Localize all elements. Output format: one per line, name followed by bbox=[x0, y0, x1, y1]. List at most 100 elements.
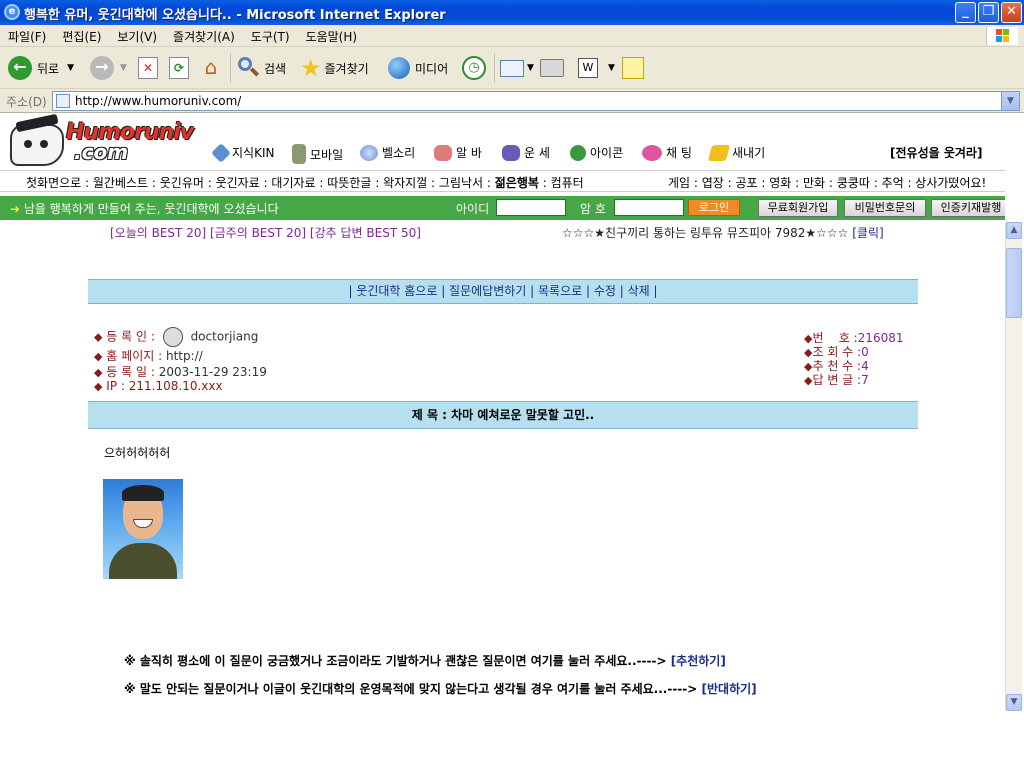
edit-dropdown-icon[interactable]: ▼ bbox=[608, 63, 615, 73]
nav-item-mobile[interactable]: 모바일 bbox=[292, 144, 343, 164]
date-label: 등 록 일 : bbox=[106, 365, 155, 379]
scroll-thumb[interactable] bbox=[1006, 248, 1022, 318]
login-button[interactable]: 로그인 bbox=[688, 199, 740, 216]
menu-tools[interactable]: 도구(T) bbox=[243, 25, 298, 47]
address-dropdown-icon[interactable]: ▼ bbox=[1001, 92, 1019, 110]
reissue-key-button[interactable]: 인증키재발행 bbox=[931, 199, 1005, 217]
back-label: 뒤로 bbox=[37, 61, 60, 76]
home-button[interactable]: ⌂ bbox=[199, 52, 223, 84]
scroll-up-icon[interactable]: ▲ bbox=[1006, 222, 1022, 239]
printer-icon bbox=[540, 59, 564, 77]
post-photo bbox=[103, 479, 183, 579]
slogan-link[interactable]: [전유성을 웃겨라] bbox=[890, 144, 982, 161]
author-label: 등 록 인 : bbox=[106, 329, 155, 344]
signup-button[interactable]: 무료회원가입 bbox=[758, 199, 838, 217]
close-button[interactable]: ✕ bbox=[1001, 2, 1022, 23]
post-body: 으허허허허허 bbox=[104, 446, 171, 460]
logo-text-bottom: .com bbox=[74, 140, 129, 164]
category-tail[interactable]: : 컴퓨터 bbox=[539, 176, 584, 190]
menu-bar: 파일(F) 편집(E) 보기(V) 즐겨찾기(A) 도구(T) 도움말(H) bbox=[0, 25, 1024, 47]
post-action-bar[interactable]: | 웃긴대학 홈으로 | 질문에답변하기 | 목록으로 | 수정 | 삭제 | bbox=[88, 279, 918, 304]
menu-favorites[interactable]: 즐겨찾기(A) bbox=[165, 25, 243, 47]
best-links[interactable]: [오늘의 BEST 20] [금주의 BEST 20] [강추 답변 BEST … bbox=[110, 224, 421, 241]
messenger-button[interactable] bbox=[622, 52, 644, 84]
category-text[interactable]: 첫화면으로 : 월간베스트 : 웃긴유머 : 웃긴자료 : 대기자료 : 따뜻한… bbox=[26, 176, 495, 190]
search-button[interactable]: 검색 bbox=[236, 52, 286, 84]
search-label: 검색 bbox=[264, 61, 287, 76]
find-password-button[interactable]: 비밀번호문의 bbox=[844, 199, 926, 217]
history-clock-icon: ◷ bbox=[462, 56, 486, 80]
stop-icon: ✕ bbox=[138, 57, 158, 79]
freshman-icon bbox=[707, 144, 731, 161]
print-button[interactable] bbox=[540, 52, 564, 84]
homepage-value[interactable]: http:// bbox=[166, 349, 203, 363]
forward-button[interactable]: → ▼ bbox=[90, 52, 127, 84]
scroll-down-icon[interactable]: ▼ bbox=[1006, 694, 1022, 711]
promo-label[interactable]: ☆☆☆★친구끼리 통하는 링투유 뮤즈피아 7982★☆☆☆ bbox=[562, 226, 848, 240]
arrow-icon: ➜ bbox=[10, 202, 24, 216]
mail-dropdown-icon[interactable]: ▼ bbox=[527, 63, 534, 73]
password-input[interactable] bbox=[614, 199, 684, 216]
author-avatar-icon bbox=[162, 327, 183, 347]
back-button[interactable]: ← 뒤로 ▼ bbox=[8, 52, 74, 84]
menu-help[interactable]: 도움말(H) bbox=[298, 25, 366, 47]
menu-view[interactable]: 보기(V) bbox=[109, 25, 165, 47]
category-links-left[interactable]: 첫화면으로 : 월간베스트 : 웃긴유머 : 웃긴자료 : 대기자료 : 따뜻한… bbox=[26, 174, 584, 191]
favorites-button[interactable]: ★ 즐겨찾기 bbox=[300, 52, 369, 84]
vertical-scrollbar[interactable]: ▲ ▼ bbox=[1005, 222, 1022, 711]
menu-edit[interactable]: 편집(E) bbox=[54, 25, 109, 47]
diamond-icon: ◆ bbox=[94, 380, 103, 393]
category-bold[interactable]: 젊은행복 bbox=[495, 176, 539, 190]
address-input[interactable]: http://www.humoruniv.com/ ▼ bbox=[52, 91, 1020, 111]
promo-click-link[interactable]: [클릭] bbox=[852, 226, 883, 240]
ie-icon: e bbox=[4, 4, 20, 20]
nav-item-kin[interactable]: 지식KIN bbox=[211, 142, 274, 163]
homepage-row: ◆ 홈 페이지 : http:// bbox=[94, 347, 203, 364]
promo-text[interactable]: ☆☆☆★친구끼리 통하는 링투유 뮤즈피아 7982★☆☆☆ [클릭] bbox=[562, 224, 884, 241]
nav-item-freshman[interactable]: 새내기 bbox=[707, 144, 765, 161]
mobile-icon bbox=[292, 144, 306, 164]
date-row: ◆ 등 록 일 : 2003-11-29 23:19 bbox=[94, 363, 267, 380]
history-button[interactable]: ◷ bbox=[462, 52, 486, 84]
ip-label: IP : bbox=[106, 379, 125, 393]
toolbar: ← 뒤로 ▼ → ▼ ✕ ⟳ ⌂ 검색 ★ 즐겨찾기 미디어 ◷ ▼ W ▼ bbox=[0, 47, 1024, 89]
recommend-link[interactable]: [추천하기] bbox=[671, 654, 726, 668]
nav-item-ringtone[interactable]: 벨소리 bbox=[360, 144, 415, 161]
post-title: 제 목 : 차마 예쳐로운 말못할 고민.. bbox=[88, 401, 918, 429]
back-arrow-icon: ← bbox=[8, 56, 32, 80]
id-label: 아이디 bbox=[456, 202, 490, 216]
nav-item-fortune[interactable]: 운 세 bbox=[502, 144, 550, 161]
menu-file[interactable]: 파일(F) bbox=[0, 25, 54, 47]
info-icon bbox=[570, 144, 586, 161]
windows-flag-icon bbox=[996, 29, 1010, 43]
forward-dropdown-icon[interactable]: ▼ bbox=[120, 63, 127, 73]
back-dropdown-icon[interactable]: ▼ bbox=[67, 63, 74, 73]
stop-button[interactable]: ✕ bbox=[138, 52, 158, 84]
note-icon bbox=[622, 57, 644, 79]
media-button[interactable]: 미디어 bbox=[388, 52, 448, 84]
diamond-icon: ◆ bbox=[94, 366, 103, 379]
id-input[interactable] bbox=[496, 199, 566, 216]
window-titlebar[interactable]: e 행복한 유머, 웃긴대학에 오셨습니다.. - Microsoft Inte… bbox=[0, 0, 1024, 25]
mail-button[interactable]: ▼ bbox=[500, 52, 534, 84]
nav-item-chat[interactable]: 채 팅 bbox=[642, 144, 692, 161]
category-links-right[interactable]: 게임 : 엽장 : 공포 : 영화 : 만화 : 쿵쿵따 : 추억 : 상사가떴… bbox=[668, 174, 986, 191]
minimize-button[interactable]: _ bbox=[955, 2, 976, 23]
site-logo[interactable]: Humoruniv .com bbox=[10, 114, 210, 170]
forward-arrow-icon: → bbox=[90, 56, 114, 80]
page-icon bbox=[56, 94, 70, 108]
chat-bubble-icon bbox=[642, 144, 662, 161]
favorites-label: 즐겨찾기 bbox=[324, 61, 369, 76]
home-icon: ⌂ bbox=[204, 55, 218, 79]
nav-item-icon[interactable]: 아이콘 bbox=[570, 144, 623, 161]
recommend-note-text: ※ 솔직히 평소에 이 질문이 궁금했거나 조금이라도 기발하거나 괜찮은 질문… bbox=[124, 654, 667, 668]
maximize-button[interactable]: ❐ bbox=[978, 2, 999, 23]
oppose-link[interactable]: [반대하기] bbox=[702, 682, 757, 696]
refresh-button[interactable]: ⟳ bbox=[169, 52, 189, 84]
edit-button[interactable]: W ▼ bbox=[578, 52, 615, 84]
address-url[interactable]: http://www.humoruniv.com/ bbox=[75, 94, 241, 108]
nav-item-job[interactable]: 알 바 bbox=[434, 144, 482, 161]
author-name[interactable]: doctorjiang bbox=[191, 330, 259, 344]
kin-icon bbox=[211, 142, 231, 163]
refresh-icon: ⟳ bbox=[169, 57, 189, 79]
